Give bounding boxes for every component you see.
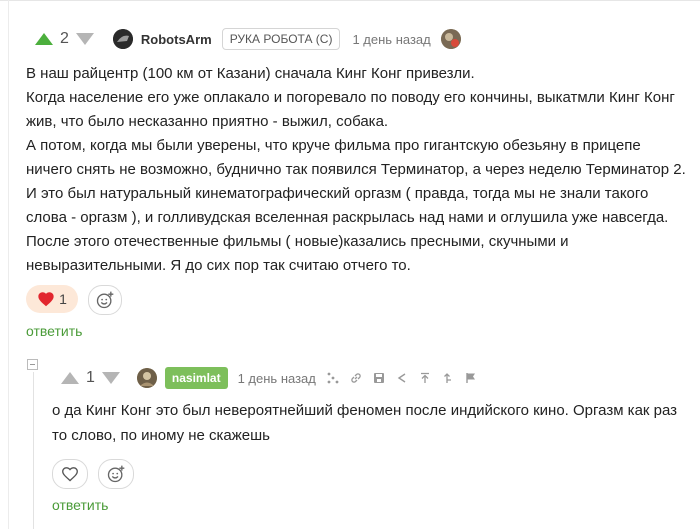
scroll-top-button[interactable] [416,369,434,387]
link-icon [351,373,361,383]
community-avatar[interactable] [440,29,461,49]
vote-up-button[interactable] [34,31,54,47]
reply-header: 1 nasimlat 1 день назад [52,366,493,390]
heart-icon [38,292,54,307]
link-button[interactable] [347,369,365,387]
left-border [8,0,9,529]
comment-paragraph: Когда население его уже оплакало и погор… [26,89,675,130]
community-icon [440,29,461,49]
comment-paragraph: После этого отечественные фильмы ( новые… [26,233,569,274]
emoji-add-icon [96,291,114,309]
reply-time[interactable]: 1 день назад [238,371,316,386]
share-icon [397,373,406,383]
parent-comment-button[interactable] [439,369,457,387]
collapse-thread-button[interactable] [27,359,38,370]
arrow-down-icon [101,372,120,384]
avatar-image [112,29,133,49]
add-reaction-button[interactable] [88,285,122,315]
reply-vote-down-button[interactable] [101,370,121,386]
comment-paragraph: В наш райцентр (100 км от Казани) сначал… [26,65,475,82]
avatar-image [136,368,157,388]
top-divider [0,0,700,1]
reply-add-reaction-button[interactable] [98,459,134,489]
reply-author-avatar[interactable] [136,368,157,388]
arrow-to-top-icon [420,372,429,383]
comment-rating: 2 [60,30,69,47]
share-button[interactable] [393,369,411,387]
reply-body: о да Кинг Конг это был невероятнейший фе… [52,402,678,444]
arrow-down-icon [75,33,94,45]
like-reaction-button[interactable]: 1 [26,285,78,313]
reply-like-button[interactable] [52,459,88,489]
arrow-up-branch-icon [443,373,451,383]
arrow-up-icon [35,33,53,45]
save-button[interactable] [370,369,388,387]
report-button[interactable] [462,369,480,387]
emoji-add-icon [107,465,125,483]
arrow-up-icon [61,372,79,384]
thread-line [33,372,34,529]
reply-link[interactable]: ответить [26,323,82,339]
reply-vote-up-button[interactable] [60,370,80,386]
thread-tool-button[interactable] [324,369,342,387]
thread-icon [327,372,339,384]
vote-down-button[interactable] [75,31,95,47]
reply-rating: 1 [86,369,95,386]
author-name[interactable]: RobotsArm [141,32,212,47]
reply-author-name[interactable]: nasimlat [164,367,228,389]
author-avatar[interactable] [112,29,133,49]
save-icon [373,373,384,383]
reply-reply-link[interactable]: ответить [52,497,108,513]
comment-body: В наш райцентр (100 км от Казани) сначал… [26,62,686,278]
comment-paragraph: А потом, когда мы были уверены, что круч… [26,137,686,226]
flag-icon [466,373,475,383]
like-count: 1 [59,291,67,307]
heart-outline-icon [62,467,78,482]
comment-header: 2 RobotsArm РУКА РОБОТА (С) 1 день назад [34,28,461,50]
author-badge: РУКА РОБОТА (С) [221,28,341,50]
comment-time[interactable]: 1 день назад [352,32,430,47]
